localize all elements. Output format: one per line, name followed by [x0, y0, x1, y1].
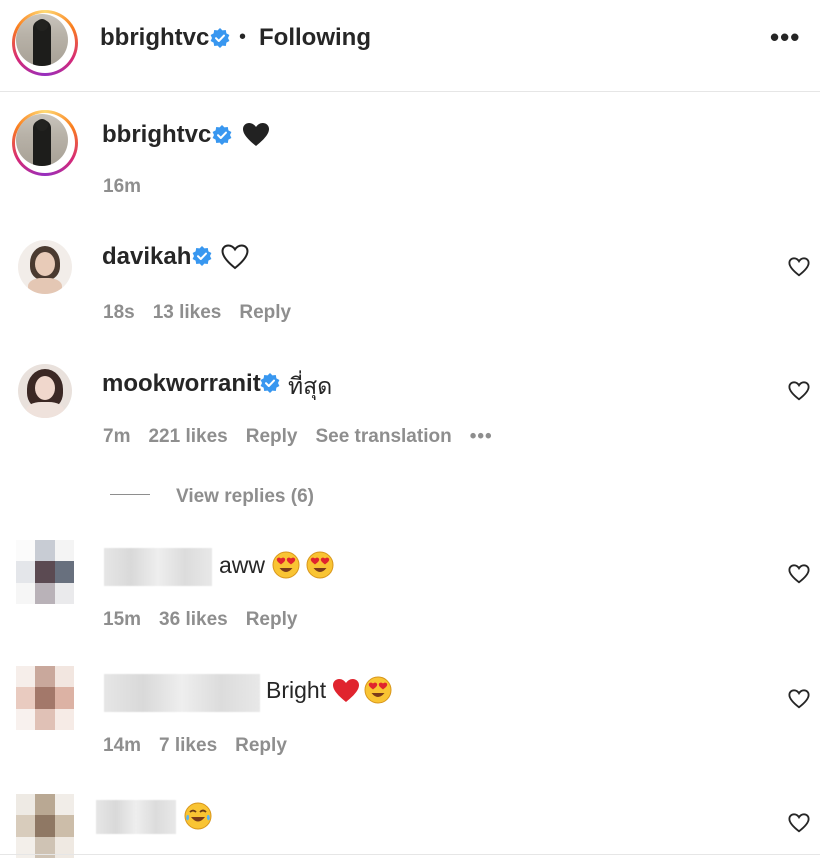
comment-meta: 7m 221 likes Reply See translation ••• [103, 426, 511, 448]
heart-eyes-emoji-icon [272, 551, 300, 579]
comment-username[interactable]: mookworranit [102, 370, 261, 398]
caption-author-avatar[interactable] [12, 110, 78, 176]
white-heart-icon [221, 244, 249, 270]
bottom-divider [0, 854, 820, 855]
reply-divider-line [110, 494, 150, 495]
comment-text: Bright [266, 677, 327, 703]
reply-button[interactable]: Reply [235, 735, 287, 756]
comment-likes[interactable]: 7 likes [159, 735, 217, 756]
blurred-username [96, 800, 176, 834]
comment-text: aww [219, 552, 266, 578]
more-options-button[interactable]: ••• [770, 22, 800, 53]
black-heart-icon [243, 123, 269, 146]
reply-button[interactable]: Reply [239, 302, 291, 323]
caption-timestamp: 16m [103, 176, 142, 197]
like-comment-heart-icon[interactable] [788, 380, 810, 402]
verified-badge-icon [192, 246, 212, 266]
commenter-avatar[interactable] [16, 794, 74, 858]
comment-likes[interactable]: 36 likes [159, 609, 228, 630]
commenter-avatar[interactable] [18, 364, 72, 418]
comment-meta: 14m 7 likes Reply [103, 735, 305, 757]
comment-likes[interactable]: 221 likes [148, 426, 227, 447]
author-avatar[interactable] [12, 10, 78, 76]
reply-button[interactable]: Reply [246, 609, 298, 630]
blurred-username [104, 548, 212, 586]
comment-time: 7m [103, 426, 131, 447]
comment-time: 15m [103, 609, 142, 630]
heart-eyes-emoji-icon [306, 551, 334, 579]
see-translation-button[interactable]: See translation [315, 426, 451, 447]
heart-eyes-emoji-icon [364, 676, 392, 704]
like-comment-heart-icon[interactable] [788, 812, 810, 834]
comment-likes[interactable]: 13 likes [153, 302, 222, 323]
following-button[interactable]: Following [259, 24, 371, 52]
comment-username[interactable]: davikah [102, 243, 191, 271]
verified-badge-icon [260, 373, 280, 393]
comment-more-button[interactable]: ••• [470, 426, 493, 447]
comment-time: 14m [103, 735, 142, 756]
author-username[interactable]: bbrightvc [100, 24, 209, 52]
blurred-username [104, 674, 260, 712]
comment-meta: 18s 13 likes Reply [103, 302, 309, 324]
tears-of-joy-emoji-icon [184, 802, 212, 830]
caption-username[interactable]: bbrightvc [102, 121, 211, 149]
post-header: bbrightvc • Following ••• [0, 0, 820, 92]
view-replies-button[interactable]: View replies (6) [176, 486, 314, 508]
reply-button[interactable]: Reply [246, 426, 298, 447]
verified-badge-icon [212, 125, 232, 145]
like-comment-heart-icon[interactable] [788, 256, 810, 278]
red-heart-emoji-icon [333, 679, 359, 702]
comment-meta: 15m 36 likes Reply [103, 609, 315, 631]
like-comment-heart-icon[interactable] [788, 563, 810, 585]
commenter-avatar[interactable] [18, 240, 72, 294]
comment-text: ที่สุด [288, 373, 333, 399]
comment-time: 18s [103, 302, 135, 323]
verified-badge-icon [210, 28, 230, 48]
separator-dot: • [239, 26, 247, 48]
like-comment-heart-icon[interactable] [788, 688, 810, 710]
commenter-avatar[interactable] [16, 666, 74, 730]
commenter-avatar[interactable] [16, 540, 74, 604]
